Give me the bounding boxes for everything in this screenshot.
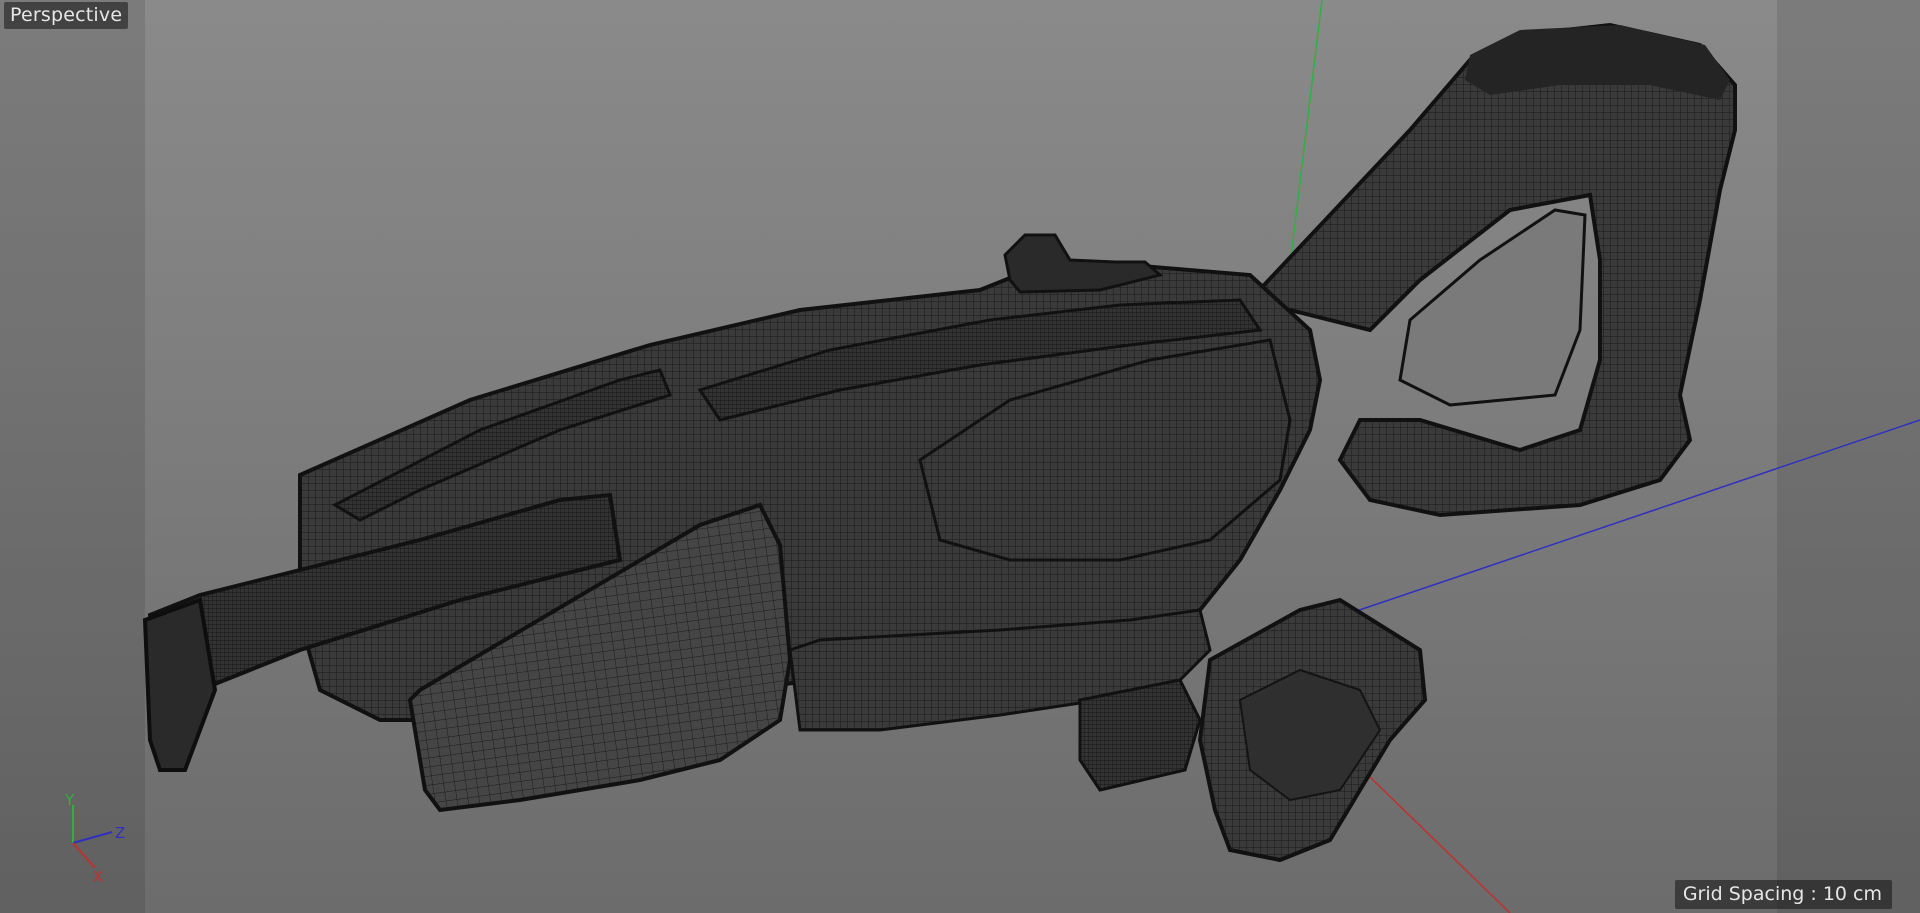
rifle-mesh[interactable] (142, 22, 1737, 863)
camera-label[interactable]: Perspective (4, 2, 129, 29)
grid-spacing-readout: Grid Spacing : 10 cm (1674, 880, 1892, 909)
gizmo-x-label: X (93, 868, 103, 886)
scene-canvas[interactable]: Y Z X (0, 0, 1920, 913)
muzzle (142, 597, 218, 772)
trigger-block (1078, 678, 1202, 792)
gizmo-z-label: Z (115, 824, 125, 842)
gizmo-y-label: Y (64, 791, 75, 809)
3d-viewport[interactable]: Y Z X Perspective Grid Spacing : 10 cm (0, 0, 1920, 913)
axis-gizmo: Y Z X (64, 791, 125, 886)
